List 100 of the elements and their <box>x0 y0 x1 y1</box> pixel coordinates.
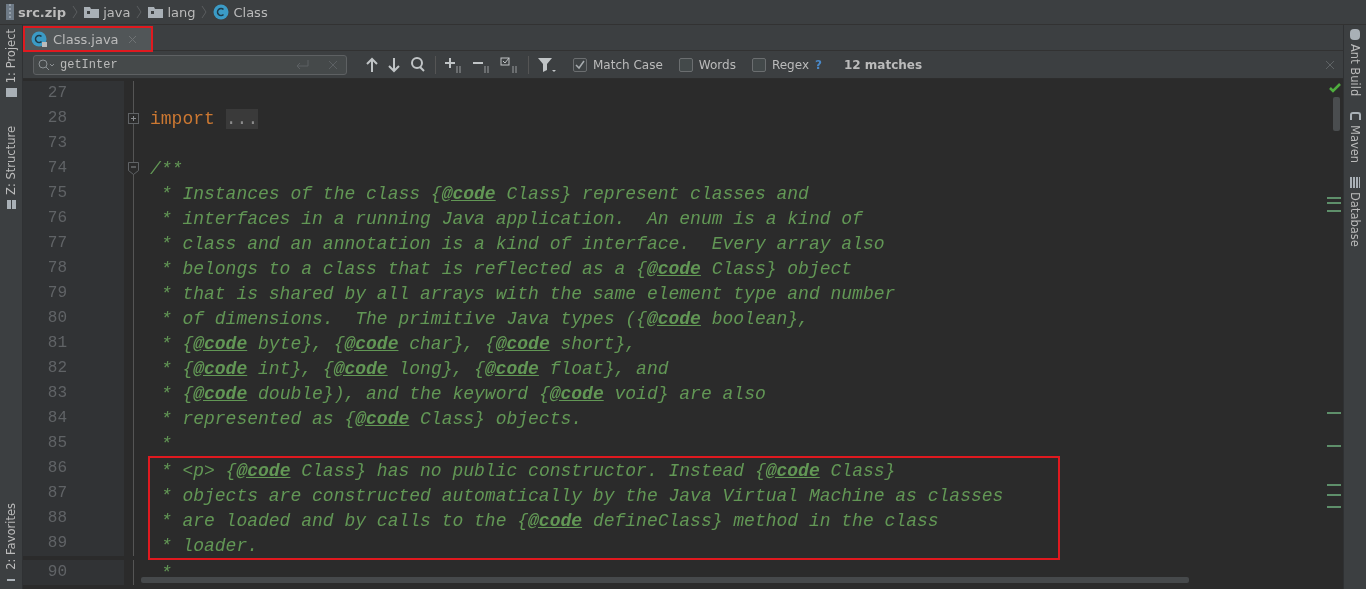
option-checkbox[interactable]: Regex <box>751 57 809 72</box>
comment-text: double}), and the keyword { <box>257 383 550 404</box>
comment-text: * of dimensions. The primitive Java types ({ <box>159 308 647 329</box>
scrollbar-thumb[interactable] <box>1333 97 1340 131</box>
comment-text: short}, <box>559 333 637 354</box>
enter-icon[interactable] <box>294 58 310 71</box>
check-icon <box>1329 83 1341 93</box>
tool-icon <box>1349 177 1361 189</box>
tool-window-button[interactable]: 1: Project <box>0 25 22 103</box>
doc-tag: @code <box>193 383 248 404</box>
arrow-up-icon[interactable] <box>365 56 379 73</box>
folder-icon <box>148 6 164 18</box>
doc-tag: @code <box>646 308 701 329</box>
comment-text: Class} object <box>710 258 853 279</box>
scrollbar-thumb[interactable] <box>141 577 1189 583</box>
chevron-icon <box>136 5 143 19</box>
comment-text: * that is shared by all arrays with the same element type and number <box>159 283 896 304</box>
comment-text: * <box>159 433 172 454</box>
folder-icon <box>84 6 100 18</box>
doc-tag: @code <box>236 460 291 481</box>
clear-icon[interactable] <box>328 59 338 70</box>
comment-text: * objects are constructed automatically by the Java Virtual Machine as classes <box>159 485 1004 506</box>
comment-text: * { <box>159 358 194 379</box>
comment-text: * loader. <box>159 535 259 556</box>
folded-code[interactable]: ... <box>225 108 259 129</box>
search-input[interactable]: getInter <box>60 57 290 72</box>
doc-tag: @code <box>193 333 248 354</box>
keyword-text: import <box>150 108 215 129</box>
option-checkbox[interactable]: Words <box>678 57 736 72</box>
tool-window-button[interactable]: Maven <box>1348 110 1362 164</box>
match-marker[interactable] <box>1327 210 1341 212</box>
class-icon <box>213 4 230 20</box>
match-marker[interactable] <box>1327 202 1341 204</box>
doc-tag: @code <box>646 258 701 279</box>
comment-text: void} are also <box>613 383 766 404</box>
comment-text: Class} has no public constructor. Instead { <box>300 460 766 481</box>
breadcrumb-item[interactable]: lang <box>148 4 196 20</box>
archive-icon <box>6 4 14 20</box>
comment-text: boolean}, <box>710 308 809 329</box>
tool-icon <box>1349 29 1361 40</box>
collapse-icon[interactable] <box>128 162 139 175</box>
comment-text: byte}, { <box>257 333 345 354</box>
doc-tag: @code <box>549 383 604 404</box>
option-checkbox[interactable]: Match Case <box>573 57 663 72</box>
match-marker[interactable] <box>1327 494 1341 496</box>
find-all-icon[interactable] <box>409 55 427 74</box>
chevron-icon <box>201 5 208 19</box>
breadcrumb-item[interactable]: java <box>84 4 131 20</box>
comment-text: int}, { <box>257 358 334 379</box>
tool-window-button[interactable]: Database <box>1348 177 1362 248</box>
arrow-down-icon[interactable] <box>387 56 401 73</box>
expand-icon[interactable] <box>128 113 139 124</box>
help-link[interactable]: ? <box>815 57 822 72</box>
comment-text: long}, { <box>397 358 485 379</box>
doc-tag: @code <box>333 358 388 379</box>
doc-tag: @code <box>495 333 550 354</box>
comment-text: * <box>159 562 172 583</box>
doc-tag: @code <box>765 460 820 481</box>
match-marker[interactable] <box>1327 445 1341 447</box>
doc-tag: @code <box>528 510 583 531</box>
match-marker[interactable] <box>1327 484 1341 486</box>
comment-text: * interfaces in a running Java application. An enum is a kind of <box>159 208 863 229</box>
breadcrumb-item[interactable]: src.zip <box>6 4 67 20</box>
tool-window-button[interactable]: Ant Build <box>1348 29 1362 97</box>
breadcrumb-item[interactable]: Class <box>213 4 268 20</box>
tool-window-button[interactable]: Z: Structure <box>0 122 22 215</box>
match-marker[interactable] <box>1327 197 1341 199</box>
comment-text: Class} objects. <box>419 408 583 429</box>
select-all-icon[interactable] <box>500 55 520 74</box>
search-field[interactable]: getInter <box>33 54 347 75</box>
comment-text: /** <box>150 158 183 179</box>
close-icon[interactable] <box>1325 59 1335 70</box>
match-count: 12 matches <box>843 57 923 72</box>
chevron-icon <box>72 5 79 19</box>
match-marker[interactable] <box>1327 506 1341 508</box>
filter-icon[interactable] <box>537 55 557 74</box>
comment-text: * belongs to a class that is reflected as a { <box>159 258 647 279</box>
comment-text: * { <box>159 383 194 404</box>
checkmark-icon <box>574 58 586 71</box>
tool-icon <box>5 87 17 99</box>
editor-tab[interactable]: Class.java <box>25 28 151 50</box>
tool-icon <box>5 199 17 211</box>
comment-text: * <p> { <box>159 460 237 481</box>
doc-tag: @code <box>355 408 410 429</box>
doc-tag: @code <box>344 333 399 354</box>
comment-text: * class and an annotation is a kind of interface. Every array also <box>159 233 885 254</box>
comment-text: defineClass} method in the class <box>591 510 939 531</box>
doc-tag: @code <box>484 358 539 379</box>
search-icon <box>38 58 56 71</box>
comment-text: char}, { <box>408 333 496 354</box>
doc-tag: @code <box>441 183 496 204</box>
match-marker[interactable] <box>1327 412 1341 414</box>
comment-text: Class} <box>829 460 896 481</box>
comment-text: float}, and <box>548 358 669 379</box>
tool-window-button[interactable]: 2: Favorites <box>0 499 22 589</box>
comment-text: * represented as { <box>159 408 356 429</box>
class-icon <box>31 30 48 48</box>
add-selection-icon[interactable] <box>444 55 464 74</box>
close-icon[interactable] <box>127 34 137 44</box>
comment-text: Class} represent classes and <box>505 183 809 204</box>
